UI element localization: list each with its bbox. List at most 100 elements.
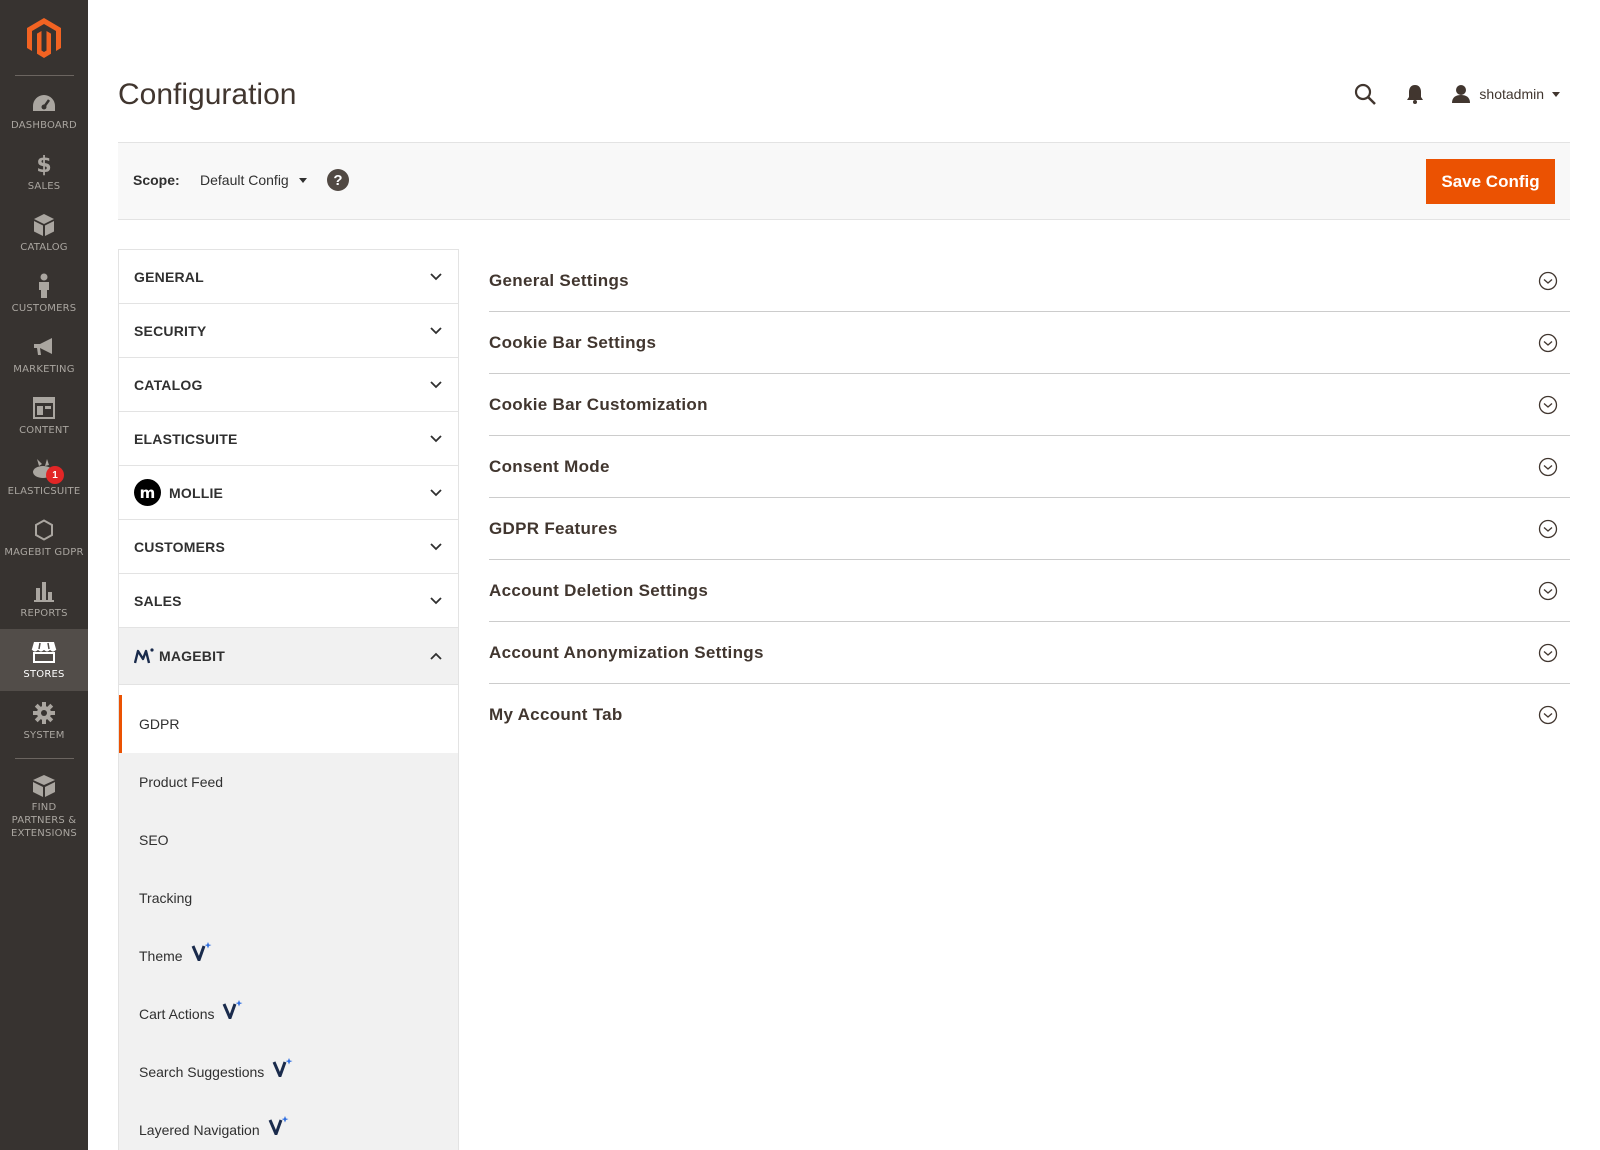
subtab-product-feed[interactable]: Product Feed (119, 753, 458, 811)
header-actions: shotadmin (1351, 80, 1560, 108)
scope-value: Default Config (200, 172, 289, 188)
chevron-down-icon (298, 177, 307, 183)
tab-magebit[interactable]: MAGEBIT (119, 628, 458, 685)
save-config-button[interactable]: Save Config (1426, 159, 1555, 204)
nav-item-catalog[interactable]: CATALOG (0, 202, 88, 264)
tab-title: SECURITY (134, 322, 207, 339)
help-icon[interactable]: ? (327, 169, 349, 191)
subtab-layered-navigation[interactable]: Layered Navigation (119, 1101, 458, 1150)
section-title: Account Deletion Settings (489, 580, 709, 600)
tab-title: CATALOG (134, 376, 203, 393)
magebit-subtabs: GDPR Product Feed SEO Tracking Theme Car… (119, 695, 458, 1150)
magento-logo[interactable] (0, 0, 88, 76)
elasticsuite-icon: 1 (30, 456, 64, 484)
chevron-up-icon (430, 652, 442, 660)
page-title: Configuration (118, 78, 297, 111)
expand-circle-icon (1538, 333, 1558, 352)
nav-item-dashboard[interactable]: DASHBOARD (0, 80, 88, 142)
nav-label: MARKETING (13, 364, 75, 375)
tab-title: MOLLIE (169, 484, 224, 501)
section-gdpr-features[interactable]: GDPR Features (489, 498, 1570, 560)
expand-circle-icon (1538, 581, 1558, 600)
layout-icon (30, 395, 58, 421)
tab-catalog[interactable]: CATALOG (119, 358, 458, 412)
tab-mollie[interactable]: m MOLLIE (119, 466, 458, 520)
subtab-label: Layered Navigation (139, 1122, 260, 1138)
subtab-search-suggestions[interactable]: Search Suggestions (119, 1043, 458, 1101)
box-icon (30, 212, 58, 238)
bell-icon[interactable] (1401, 80, 1429, 108)
section-title: Cookie Bar Customization (489, 394, 708, 414)
subtab-label: SEO (139, 832, 169, 848)
subtab-label: GDPR (139, 716, 180, 732)
section-account-deletion-settings[interactable]: Account Deletion Settings (489, 560, 1570, 622)
expand-circle-icon (1538, 705, 1558, 725)
nav-label: CUSTOMERS (11, 303, 77, 314)
tab-title: SALES (134, 592, 182, 609)
nav-item-customers[interactable]: CUSTOMERS (0, 263, 88, 325)
search-icon[interactable] (1351, 80, 1379, 108)
hexagon-icon (30, 517, 58, 543)
section-general-settings[interactable]: General Settings (489, 250, 1570, 312)
tab-customers[interactable]: CUSTOMERS (119, 520, 458, 574)
section-title: Account Anonymization Settings (489, 642, 764, 662)
magebit-logo-icon (134, 648, 154, 664)
section-title: GDPR Features (489, 518, 618, 538)
scope-bar: Scope: Default Config ? Save Config (118, 142, 1570, 220)
vendor-logo-icon (268, 1115, 290, 1135)
nav-item-content[interactable]: CONTENT (0, 385, 88, 447)
section-cookie-bar-customization[interactable]: Cookie Bar Customization (489, 374, 1570, 436)
chevron-down-icon (430, 596, 442, 604)
chevron-down-icon (430, 488, 442, 496)
expand-circle-icon (1538, 643, 1558, 662)
subtab-gdpr[interactable]: GDPR (119, 695, 458, 753)
nav-label: ELASTICSUITE (7, 486, 81, 497)
vendor-logo-icon (272, 1057, 294, 1077)
nav-item-magebit-gdpr[interactable]: MAGEBIT GDPR (0, 507, 88, 569)
mollie-logo-icon: m (134, 479, 161, 506)
tab-general[interactable]: GENERAL (119, 250, 458, 304)
bar-chart-icon (30, 578, 58, 604)
tab-elasticsuite[interactable]: ELASTICSUITE (119, 412, 458, 466)
subtab-cart-actions[interactable]: Cart Actions (119, 985, 458, 1043)
tab-title: GENERAL (134, 268, 204, 285)
nav-item-sales[interactable]: $ SALES (0, 141, 88, 203)
nav-label: CONTENT (19, 425, 69, 436)
nav-item-reports[interactable]: REPORTS (0, 568, 88, 630)
extensions-icon (30, 774, 58, 798)
section-my-account-tab[interactable]: My Account Tab (489, 684, 1570, 746)
tab-security[interactable]: SECURITY (119, 304, 458, 358)
subtab-label: Theme (139, 948, 183, 964)
subtab-label: Product Feed (139, 774, 224, 790)
chevron-down-icon (430, 542, 442, 550)
section-cookie-bar-settings[interactable]: Cookie Bar Settings (489, 312, 1570, 374)
person-icon (30, 273, 58, 299)
section-consent-mode[interactable]: Consent Mode (489, 436, 1570, 498)
tab-sales[interactable]: SALES (119, 574, 458, 628)
nav-item-stores[interactable]: STORES (0, 629, 88, 691)
scope-switcher[interactable]: Default Config (200, 172, 307, 188)
section-title: My Account Tab (489, 705, 623, 724)
user-menu[interactable]: shotadmin (1451, 84, 1560, 104)
nav-item-elasticsuite[interactable]: 1 ELASTICSUITE (0, 446, 88, 508)
expand-circle-icon (1538, 271, 1558, 290)
megaphone-icon (30, 334, 58, 360)
chevron-down-icon (430, 380, 442, 388)
tab-title: ELASTICSUITE (134, 430, 238, 447)
section-title: Cookie Bar Settings (489, 332, 657, 352)
nav-item-marketing[interactable]: MARKETING (0, 324, 88, 386)
config-tabs: GENERAL SECURITY CATALOG ELASTICSUITE m … (118, 249, 459, 1150)
tab-left: m MOLLIE (134, 479, 223, 506)
vendor-logo-icon (191, 941, 213, 961)
subtab-tracking[interactable]: Tracking (119, 869, 458, 927)
nav-item-find-partners[interactable]: FIND PARTNERS & EXTENSIONS (0, 764, 88, 839)
section-title: General Settings (489, 270, 629, 290)
subtab-theme[interactable]: Theme (119, 927, 458, 985)
nav-item-system[interactable]: SYSTEM (0, 690, 88, 752)
subtab-label: Cart Actions (139, 1006, 215, 1022)
chevron-down-icon (430, 326, 442, 334)
subtab-seo[interactable]: SEO (119, 811, 458, 869)
svg-text:$: $ (36, 153, 51, 176)
tab-title: CUSTOMERS (134, 538, 225, 555)
section-account-anonymization-settings[interactable]: Account Anonymization Settings (489, 622, 1570, 684)
